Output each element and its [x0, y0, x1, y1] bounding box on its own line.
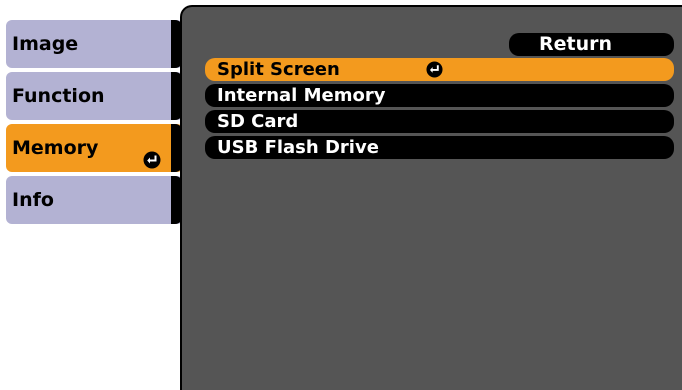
menu-item-internal-memory[interactable]: Internal Memory [205, 84, 674, 107]
menu-item-label: USB Flash Drive [217, 137, 379, 158]
menu-item-usb-flash-drive[interactable]: USB Flash Drive [205, 136, 674, 159]
tab-label: Image [12, 33, 79, 55]
tab-info[interactable]: Info [6, 176, 183, 224]
tab-memory[interactable]: Memory [6, 124, 183, 172]
menu-item-sd-card[interactable]: SD Card [205, 110, 674, 133]
menu-item-label: SD Card [217, 111, 299, 132]
tab-label: Function [12, 85, 105, 107]
tab-label: Info [12, 189, 54, 211]
menu-item-label: Split Screen [217, 59, 340, 80]
tab-label: Memory [12, 137, 99, 159]
return-button[interactable]: Return [509, 33, 674, 56]
enter-icon [426, 61, 443, 84]
tab-function[interactable]: Function [6, 72, 183, 120]
tab-image[interactable]: Image [6, 20, 183, 68]
menu-item-label: Internal Memory [217, 85, 386, 106]
menu-item-split-screen[interactable]: Split Screen [205, 58, 674, 81]
